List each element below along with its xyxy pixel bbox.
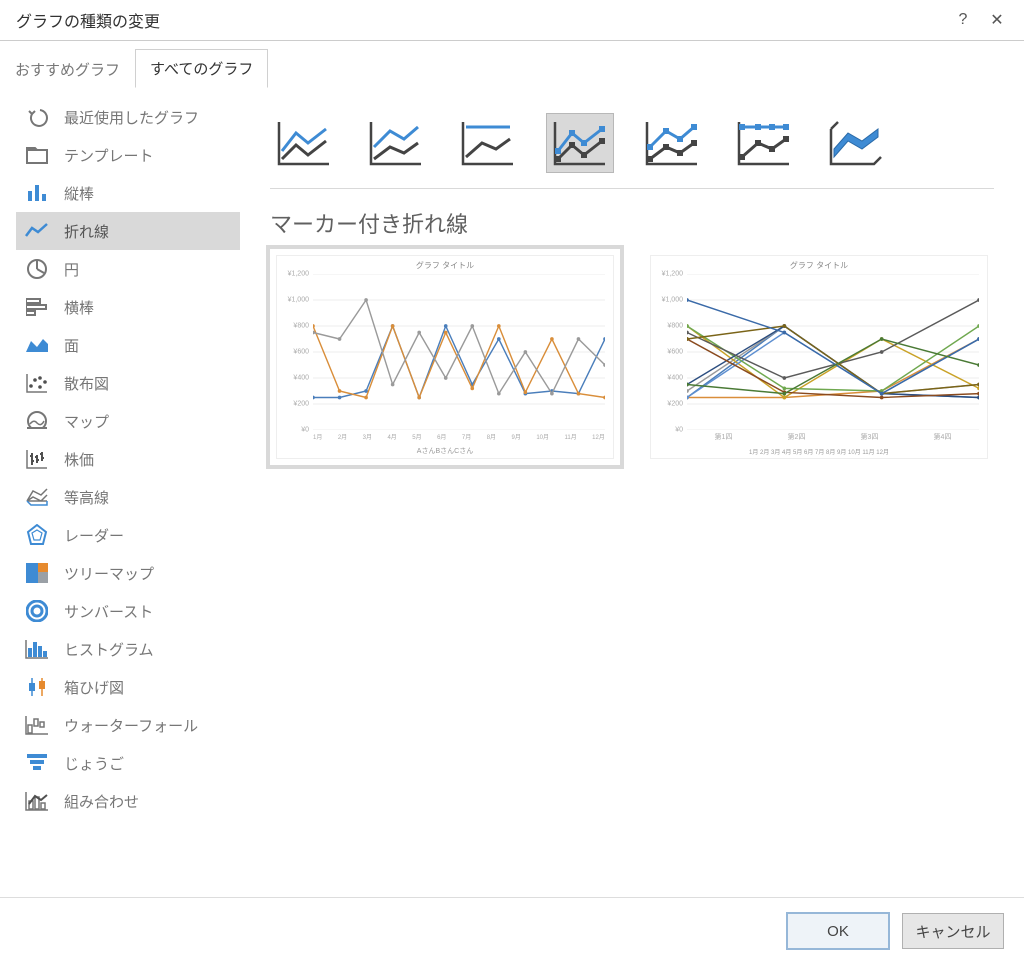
subtype-title: マーカー付き折れ線 bbox=[270, 207, 994, 239]
folder-icon bbox=[24, 144, 50, 166]
area-chart-icon bbox=[24, 334, 50, 356]
y-axis-labels: ¥1,200¥1,000¥800¥600¥400¥200¥0 bbox=[655, 274, 685, 430]
preview-2[interactable]: グラフ タイトル ¥1,200¥1,000¥800¥600¥400¥200¥0 … bbox=[644, 249, 994, 465]
chart-category-list: 最近使用したグラフ テンプレート 縦棒 折れ線 円 bbox=[0, 88, 240, 900]
recent-icon bbox=[24, 106, 50, 128]
sidebar-item-radar[interactable]: レーダー bbox=[16, 516, 240, 554]
sidebar-item-label: レーダー bbox=[64, 525, 124, 546]
subtype-100stacked-line-markers[interactable] bbox=[730, 113, 798, 173]
sunburst-chart-icon bbox=[24, 600, 50, 622]
sidebar-item-label: 組み合わせ bbox=[64, 791, 139, 812]
sidebar-item-label: 円 bbox=[64, 259, 79, 280]
sidebar-item-sunburst[interactable]: サンバースト bbox=[16, 592, 240, 630]
sidebar-item-label: ウォーターフォール bbox=[64, 715, 198, 736]
cancel-button[interactable]: キャンセル bbox=[902, 913, 1004, 949]
preview-1[interactable]: グラフ タイトル ¥1,200¥1,000¥800¥600¥400¥200¥0 … bbox=[270, 249, 620, 465]
sidebar-item-label: 株価 bbox=[64, 449, 94, 470]
sidebar-item-waterfall[interactable]: ウォーターフォール bbox=[16, 706, 240, 744]
x-axis-labels: 第1四第2四第3四第4四 bbox=[687, 432, 979, 442]
sidebar-item-bar[interactable]: 横棒 bbox=[16, 288, 240, 326]
sidebar-item-column[interactable]: 縦棒 bbox=[16, 174, 240, 212]
legend: AさんBさんCさん bbox=[277, 446, 613, 456]
bar-chart-icon bbox=[24, 296, 50, 318]
histogram-chart-icon bbox=[24, 638, 50, 660]
tab-recommended[interactable]: おすすめグラフ bbox=[0, 50, 135, 88]
chart-title: グラフ タイトル bbox=[651, 260, 987, 271]
sidebar-item-label: 面 bbox=[64, 335, 79, 356]
dialog-body: 最近使用したグラフ テンプレート 縦棒 折れ線 円 bbox=[0, 88, 1024, 900]
subtype-row bbox=[270, 98, 994, 189]
sidebar-item-label: テンプレート bbox=[64, 145, 154, 166]
radar-chart-icon bbox=[24, 524, 50, 546]
sidebar-item-label: 散布図 bbox=[64, 373, 109, 394]
subtype-stacked-line[interactable] bbox=[362, 113, 430, 173]
preview-row: グラフ タイトル ¥1,200¥1,000¥800¥600¥400¥200¥0 … bbox=[270, 249, 994, 465]
y-axis-labels: ¥1,200¥1,000¥800¥600¥400¥200¥0 bbox=[281, 274, 311, 430]
tab-strip: おすすめグラフ すべてのグラフ bbox=[0, 49, 1024, 88]
chart-title: グラフ タイトル bbox=[277, 260, 613, 271]
sidebar-item-funnel[interactable]: じょうご bbox=[16, 744, 240, 782]
help-button[interactable]: ? bbox=[946, 3, 980, 37]
scatter-chart-icon bbox=[24, 372, 50, 394]
dialog-title: グラフの種類の変更 bbox=[10, 8, 946, 32]
dialog-footer: OK キャンセル bbox=[0, 897, 1024, 964]
titlebar: グラフの種類の変更 ? ✕ bbox=[0, 0, 1024, 41]
sidebar-item-label: 横棒 bbox=[64, 297, 94, 318]
sidebar-item-label: 折れ線 bbox=[64, 221, 109, 242]
sidebar-item-label: 等高線 bbox=[64, 487, 109, 508]
subtype-line[interactable] bbox=[270, 113, 338, 173]
sidebar-item-scatter[interactable]: 散布図 bbox=[16, 364, 240, 402]
subtype-100stacked-line[interactable] bbox=[454, 113, 522, 173]
plot-area-2 bbox=[687, 274, 979, 430]
pie-chart-icon bbox=[24, 258, 50, 280]
stock-chart-icon bbox=[24, 448, 50, 470]
funnel-chart-icon bbox=[24, 752, 50, 774]
ok-button[interactable]: OK bbox=[786, 912, 890, 950]
treemap-chart-icon bbox=[24, 562, 50, 584]
sidebar-item-recent[interactable]: 最近使用したグラフ bbox=[16, 98, 240, 136]
column-chart-icon bbox=[24, 182, 50, 204]
sidebar-item-label: ヒストグラム bbox=[64, 639, 154, 660]
sidebar-item-combo[interactable]: 組み合わせ bbox=[16, 782, 240, 820]
sidebar-item-map[interactable]: マップ bbox=[16, 402, 240, 440]
sidebar-item-template[interactable]: テンプレート bbox=[16, 136, 240, 174]
plot-area-1 bbox=[313, 274, 605, 430]
sidebar-item-label: 縦棒 bbox=[64, 183, 94, 204]
sidebar-item-surface[interactable]: 等高線 bbox=[16, 478, 240, 516]
sidebar-item-treemap[interactable]: ツリーマップ bbox=[16, 554, 240, 592]
sidebar-item-label: ツリーマップ bbox=[64, 563, 154, 584]
sidebar-item-stock[interactable]: 株価 bbox=[16, 440, 240, 478]
sidebar-item-label: マップ bbox=[64, 411, 109, 432]
sidebar-item-histogram[interactable]: ヒストグラム bbox=[16, 630, 240, 668]
main-panel: マーカー付き折れ線 グラフ タイトル ¥1,200¥1,000 bbox=[240, 88, 1024, 900]
surface-chart-icon bbox=[24, 486, 50, 508]
sidebar-item-label: じょうご bbox=[64, 753, 124, 774]
combo-chart-icon bbox=[24, 790, 50, 812]
sidebar-item-line[interactable]: 折れ線 bbox=[16, 212, 240, 250]
box-whisker-icon bbox=[24, 676, 50, 698]
x-axis-labels: 1月2月3月4月5月6月7月8月9月10月11月12月 bbox=[313, 432, 605, 442]
sidebar-item-label: 最近使用したグラフ bbox=[64, 107, 199, 128]
sidebar-item-boxwhisker[interactable]: 箱ひげ図 bbox=[16, 668, 240, 706]
subtype-stacked-line-markers[interactable] bbox=[638, 113, 706, 173]
line-chart-icon bbox=[24, 220, 50, 242]
subtype-3d-line[interactable] bbox=[822, 113, 890, 173]
waterfall-chart-icon bbox=[24, 714, 50, 736]
subtype-line-markers[interactable] bbox=[546, 113, 614, 173]
legend: 1月 2月 3月 4月 5月 6月 7月 8月 9月 10月 11月 12月 bbox=[651, 447, 987, 456]
sidebar-item-area[interactable]: 面 bbox=[16, 326, 240, 364]
tab-all[interactable]: すべてのグラフ bbox=[135, 49, 268, 88]
sidebar-item-label: サンバースト bbox=[64, 601, 153, 622]
close-button[interactable]: ✕ bbox=[980, 3, 1014, 37]
sidebar-item-label: 箱ひげ図 bbox=[64, 677, 124, 698]
sidebar-item-pie[interactable]: 円 bbox=[16, 250, 240, 288]
map-chart-icon bbox=[24, 410, 50, 432]
